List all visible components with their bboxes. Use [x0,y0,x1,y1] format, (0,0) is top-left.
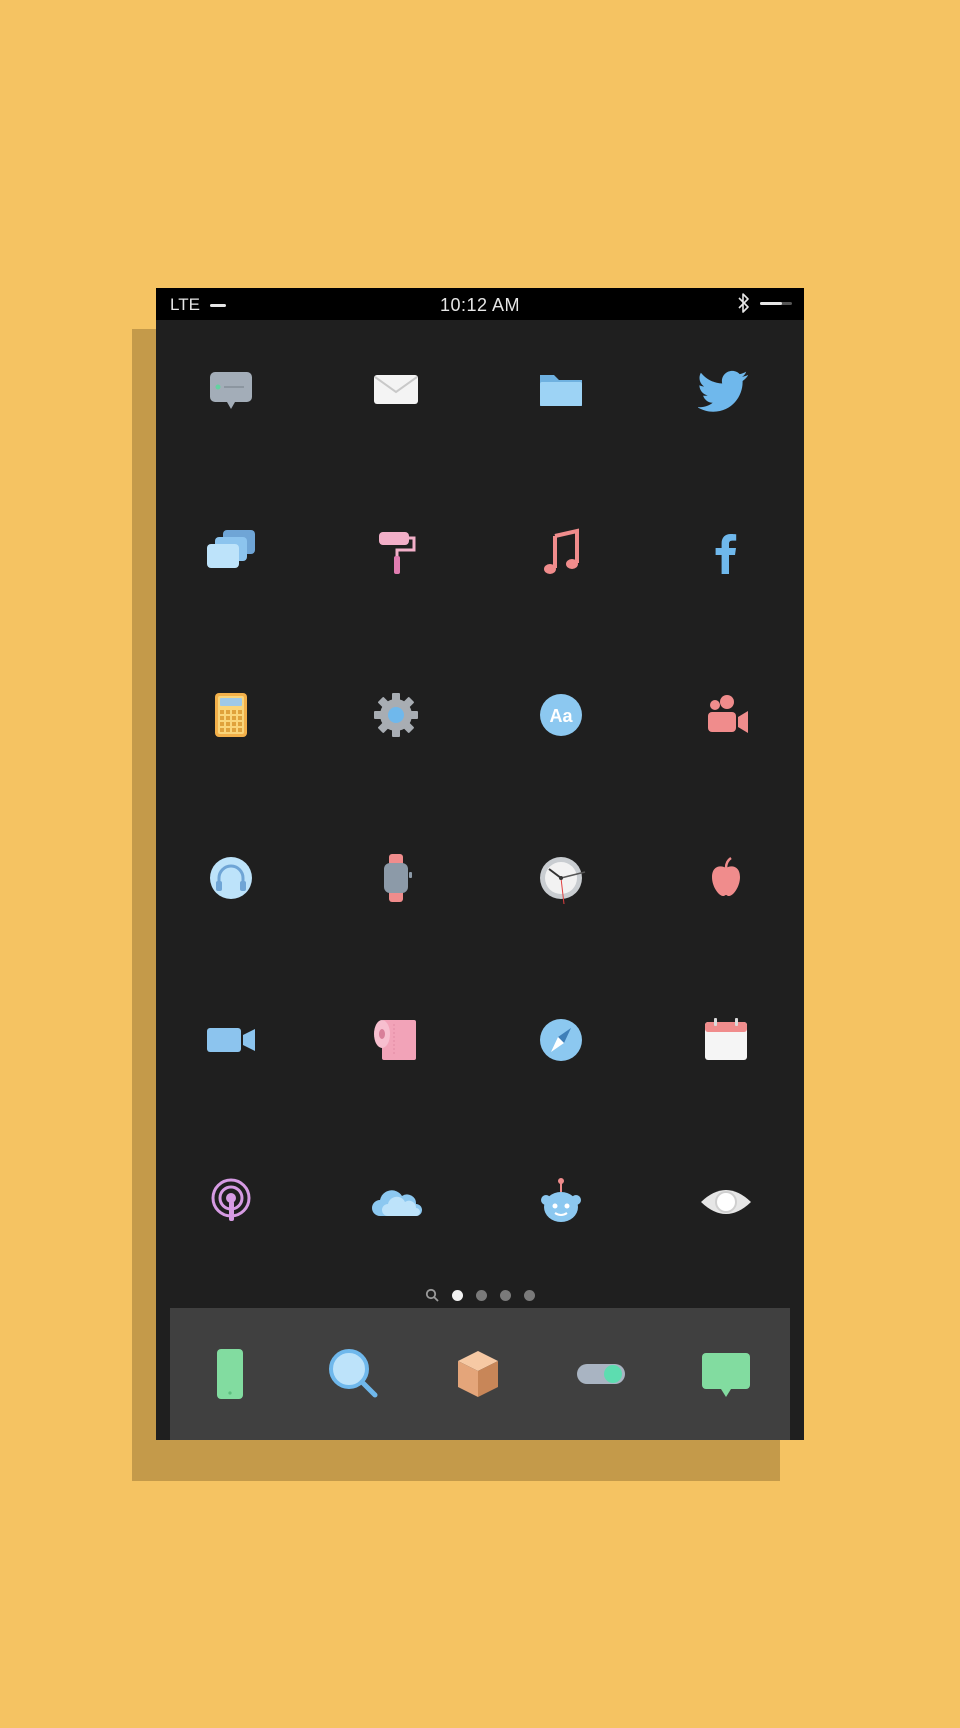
message-icon [702,1353,750,1397]
app-video-camera[interactable] [191,1000,271,1080]
app-compass[interactable] [521,1000,601,1080]
robot-icon [541,1178,581,1222]
status-bar: LTE 10:12 AM [156,288,804,320]
headphones-icon [210,857,252,899]
app-podcast[interactable] [191,1162,271,1242]
gear-icon [374,693,418,737]
dock-toggle[interactable] [562,1334,642,1414]
calculator-icon [215,693,247,737]
app-robot[interactable] [521,1162,601,1242]
page-indicator [156,1288,804,1302]
toggle-switch-icon [577,1364,625,1384]
apple-icon [712,856,740,896]
compass-icon [540,1019,582,1061]
dock-package[interactable] [438,1334,518,1414]
magnifier-icon [329,1349,378,1398]
app-folder[interactable] [521,349,601,429]
battery-icon [760,301,792,305]
paint-roller-icon [379,532,416,574]
app-toilet-paper[interactable] [356,1000,436,1080]
mail-icon [374,375,418,404]
app-mail[interactable] [356,349,436,429]
dock-search[interactable] [314,1334,394,1414]
search-page-dot[interactable] [425,1288,439,1302]
dictionary-label: Aa [549,706,573,726]
video-camera-icon [207,1028,255,1052]
app-facebook[interactable] [686,512,766,592]
clock-icon [540,857,586,905]
page-dot-2[interactable] [476,1289,487,1301]
smartwatch-icon [384,854,412,902]
dock-messages[interactable] [686,1334,766,1414]
app-apple[interactable] [686,838,766,918]
app-calculator[interactable] [191,675,271,755]
app-calendar[interactable] [686,1000,766,1080]
toilet-paper-icon [374,1020,416,1060]
app-headphones[interactable] [191,838,271,918]
package-box-icon [458,1351,498,1397]
phone-icon [217,1349,243,1399]
app-music[interactable] [521,512,601,592]
facebook-icon [715,534,737,574]
stacked-cards-icon [207,530,255,568]
app-cloud[interactable] [356,1162,436,1242]
calendar-icon [705,1018,747,1060]
app-dictionary[interactable]: Aa [521,675,601,755]
podcast-icon [211,1178,251,1221]
music-note-icon [544,528,579,574]
eye-icon [701,1190,751,1214]
page-dot-4[interactable] [524,1289,535,1301]
search-icon [425,1288,439,1302]
app-smartwatch[interactable] [356,838,436,918]
dock [170,1308,790,1440]
page-dot-3[interactable] [500,1289,511,1301]
folder-icon [540,375,582,406]
dictionary-icon: Aa [540,694,582,736]
chat-bubble-icon [210,372,252,409]
app-eye[interactable] [686,1162,766,1242]
status-time: 10:12 AM [439,295,521,315]
app-clock[interactable] [521,838,601,918]
app-chat-bubble[interactable] [191,349,271,429]
bluetooth-icon [738,293,749,313]
app-twitter[interactable] [686,349,766,429]
app-paint-roller[interactable] [356,512,436,592]
app-group-video[interactable] [686,675,766,755]
status-right [738,293,792,313]
phone-screen: LTE 10:12 AM Aa [156,288,804,1440]
app-settings[interactable] [356,675,436,755]
twitter-bird-icon [698,370,748,412]
dock-phone[interactable] [190,1334,270,1414]
app-stacked-cards[interactable] [191,512,271,592]
cloud-icon [372,1190,422,1216]
group-video-icon [708,695,748,733]
page-dot-1[interactable] [452,1289,463,1301]
